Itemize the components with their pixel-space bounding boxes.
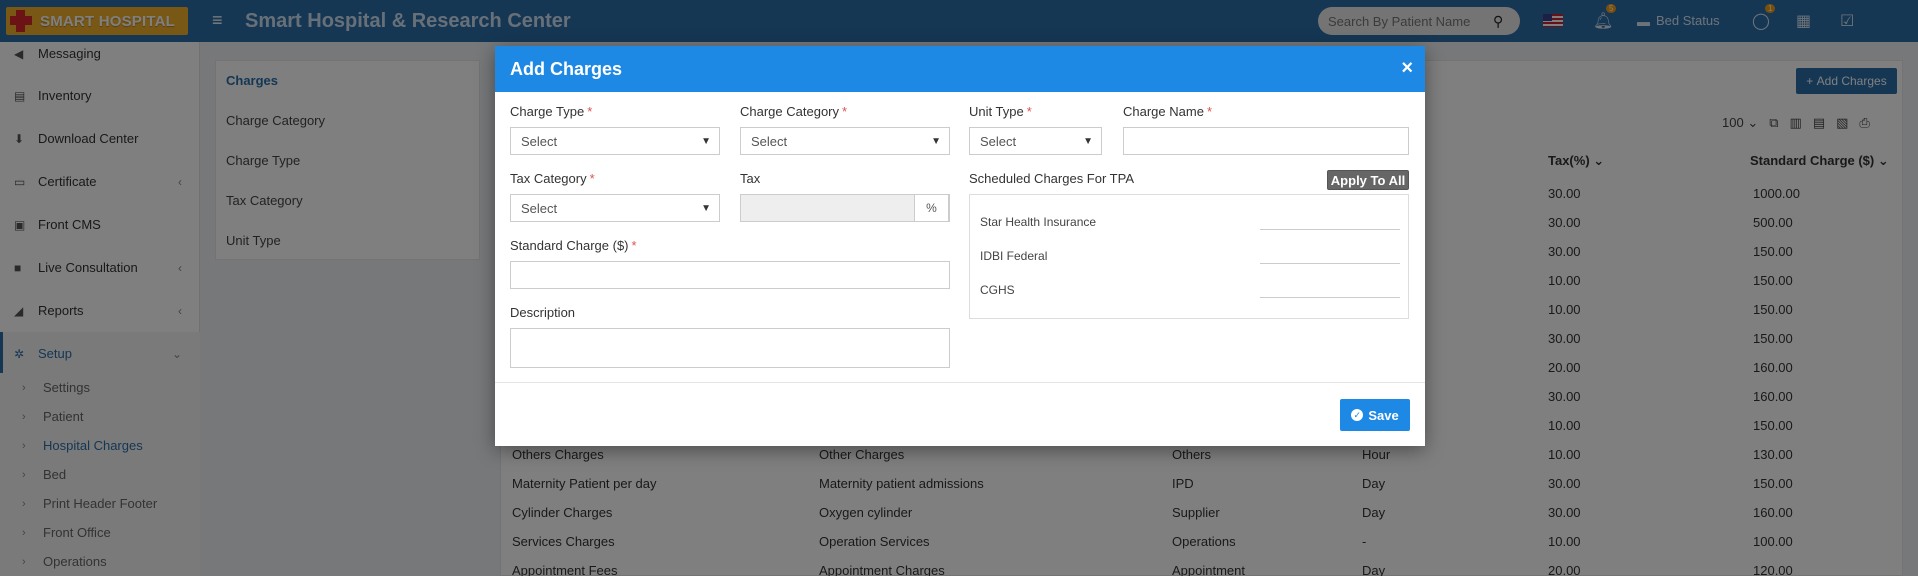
percent-addon: % xyxy=(914,194,949,222)
tpa-name: IDBI Federal xyxy=(980,249,1048,263)
tax-label: Tax xyxy=(740,171,761,186)
tpa-name: Star Health Insurance xyxy=(980,215,1097,229)
required-mark: * xyxy=(631,238,637,253)
chevron-down-icon: ▼ xyxy=(701,135,711,147)
standard-charge-label-text: Standard Charge ($) xyxy=(510,238,629,253)
tpa-charge-input[interactable] xyxy=(1260,263,1400,264)
save-label: Save xyxy=(1368,407,1399,423)
tpa-name: CGHS xyxy=(980,283,1015,297)
tpa-charges-box: Star Health Insurance IDBI Federal CGHS xyxy=(969,194,1409,319)
chevron-down-icon: ▼ xyxy=(1083,135,1093,147)
charge-name-label-text: Charge Name xyxy=(1123,104,1204,119)
charge-name-input[interactable] xyxy=(1123,127,1409,155)
required-mark: * xyxy=(589,171,595,186)
check-circle-icon: ✓ xyxy=(1351,409,1364,421)
modal-title: Add Charges xyxy=(510,58,623,79)
tpa-charge-input[interactable] xyxy=(1260,297,1400,298)
required-mark: * xyxy=(1026,104,1032,119)
tpa-charge-input[interactable] xyxy=(1260,229,1400,230)
tax-category-value: Select xyxy=(521,200,558,216)
tax-category-label-text: Tax Category xyxy=(510,171,587,186)
modal-header: Add Charges xyxy=(495,46,1425,92)
tax-input: % xyxy=(740,194,950,222)
unit-type-label: Unit Type * xyxy=(969,104,1032,119)
apply-to-all-button[interactable]: Apply To All xyxy=(1327,170,1409,190)
charge-category-select[interactable]: Select ▼ xyxy=(740,127,950,155)
unit-type-value: Select xyxy=(980,133,1017,149)
charge-type-label: Charge Type * xyxy=(510,104,592,119)
tpa-label: Scheduled Charges For TPA xyxy=(969,171,1134,186)
charge-category-label-text: Charge Category xyxy=(740,104,839,119)
modal-footer-divider xyxy=(495,382,1425,383)
charge-category-label: Charge Category * xyxy=(740,104,847,119)
tax-category-label: Tax Category * xyxy=(510,171,595,186)
tax-category-select[interactable]: Select ▼ xyxy=(510,194,720,222)
required-mark: * xyxy=(842,104,848,119)
save-button[interactable]: ✓ Save xyxy=(1340,399,1410,431)
standard-charge-label: Standard Charge ($) * xyxy=(510,238,637,253)
description-textarea[interactable] xyxy=(510,328,950,368)
charge-type-select[interactable]: Select ▼ xyxy=(510,127,720,155)
charge-type-label-text: Charge Type xyxy=(510,104,585,119)
standard-charge-input[interactable] xyxy=(510,261,950,289)
close-icon[interactable]: × xyxy=(1401,57,1413,80)
charge-type-value: Select xyxy=(521,133,558,149)
add-charges-modal: Add Charges × Charge Type * Select ▼ Charg… xyxy=(495,46,1425,446)
required-mark: * xyxy=(1206,104,1212,119)
description-label: Description xyxy=(510,305,576,320)
required-mark: * xyxy=(587,104,593,119)
unit-type-select[interactable]: Select ▼ xyxy=(969,127,1102,155)
charge-name-label: Charge Name * xyxy=(1123,104,1212,119)
chevron-down-icon: ▼ xyxy=(701,202,711,214)
charge-category-value: Select xyxy=(751,133,788,149)
chevron-down-icon: ▼ xyxy=(931,135,941,147)
unit-type-label-text: Unit Type xyxy=(969,104,1024,119)
